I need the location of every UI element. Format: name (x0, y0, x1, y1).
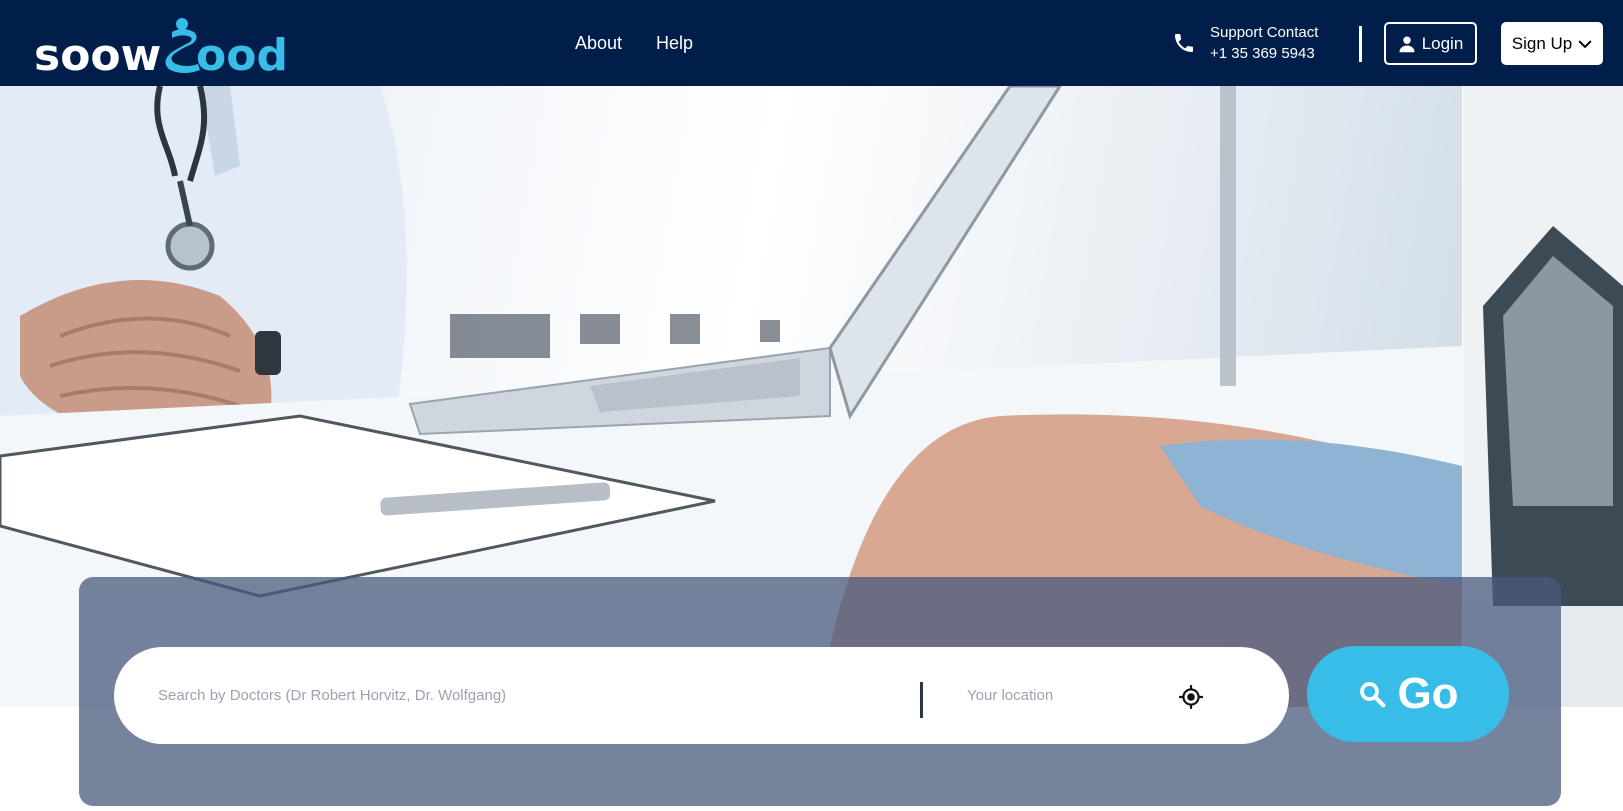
support-title: Support Contact (1210, 24, 1319, 41)
nav-help-link[interactable]: Help (656, 33, 693, 54)
user-icon (1399, 36, 1415, 52)
location-input[interactable] (967, 675, 1157, 715)
top-navbar: soow ood About Help Support Contact +1 3… (0, 0, 1623, 86)
nav-about-link[interactable]: About (575, 33, 622, 54)
signup-label: Sign Up (1511, 33, 1573, 53)
go-search-button[interactable]: Go (1307, 646, 1509, 742)
doctor-search-input[interactable] (158, 675, 898, 715)
phone-icon (1175, 34, 1193, 52)
main-nav: About Help (575, 0, 693, 86)
gps-locate-icon[interactable] (1178, 684, 1204, 710)
search-icon (1360, 682, 1386, 708)
chevron-down-icon (1578, 40, 1592, 48)
go-label: Go (1397, 669, 1459, 718)
svg-text:soow: soow (34, 30, 161, 76)
header-divider (1359, 26, 1362, 62)
search-bar (114, 647, 1289, 744)
support-contact: Support Contact +1 35 369 5943 (1172, 22, 1318, 64)
login-label: Login (1421, 33, 1464, 53)
support-phone[interactable]: +1 35 369 5943 (1210, 43, 1318, 64)
svg-text:ood: ood (196, 30, 286, 76)
signup-dropdown-button[interactable]: Sign Up (1501, 22, 1603, 65)
search-separator (920, 682, 923, 718)
search-panel: Go (79, 577, 1561, 806)
login-button[interactable]: Login (1384, 22, 1477, 65)
brand-logo[interactable]: soow ood (34, 10, 286, 76)
